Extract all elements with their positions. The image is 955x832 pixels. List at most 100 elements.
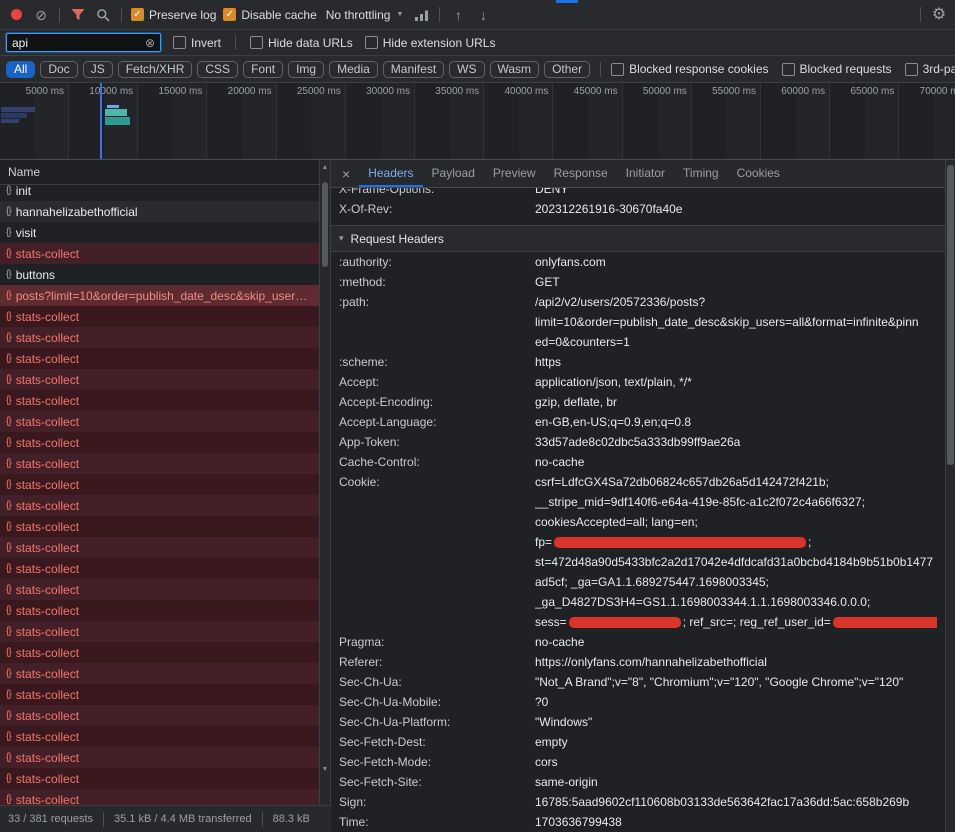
request-row[interactable]: {}stats-collect xyxy=(0,390,319,411)
header-value-line: same-origin xyxy=(535,772,937,792)
blocked-requests-label: Blocked requests xyxy=(800,62,892,76)
scroll-up-icon[interactable]: ▲ xyxy=(320,164,330,171)
request-row[interactable]: {}buttons xyxy=(0,264,319,285)
export-har-button[interactable]: ↑ xyxy=(449,5,467,25)
preserve-log-checkbox[interactable]: ✓ Preserve log xyxy=(131,8,216,22)
header-value-line: limit=10&order=publish_date_desc&skip_us… xyxy=(535,312,937,332)
request-row[interactable]: {}stats-collect xyxy=(0,621,319,642)
request-row[interactable]: {}visit xyxy=(0,222,319,243)
request-row[interactable]: {}stats-collect xyxy=(0,684,319,705)
redaction-scribble xyxy=(554,537,806,548)
type-filter-fetch-xhr[interactable]: Fetch/XHR xyxy=(118,61,193,78)
request-row[interactable]: {}stats-collect xyxy=(0,474,319,495)
network-overview[interactable]: 5000 ms10000 ms15000 ms20000 ms25000 ms3… xyxy=(0,83,955,160)
toolbar-divider xyxy=(59,7,60,22)
filter-input[interactable]: api ⊗ xyxy=(6,33,161,52)
request-row[interactable]: {}stats-collect xyxy=(0,369,319,390)
type-filter-manifest[interactable]: Manifest xyxy=(383,61,444,78)
header-name: Sec-Fetch-Dest: xyxy=(339,732,535,752)
tab-payload[interactable]: Payload xyxy=(423,160,484,187)
request-row[interactable]: {}stats-collect xyxy=(0,327,319,348)
request-row[interactable]: {}stats-collect xyxy=(0,726,319,747)
request-row[interactable]: {}stats-collect xyxy=(0,768,319,789)
type-filter-wasm[interactable]: Wasm xyxy=(490,61,540,78)
header-value-line: onlyfans.com xyxy=(535,252,937,272)
name-column-label: Name xyxy=(8,165,40,179)
network-conditions-icon xyxy=(414,9,429,21)
overview-tick-label: 45000 ms xyxy=(558,86,618,97)
request-row[interactable]: {}stats-collect xyxy=(0,453,319,474)
request-row[interactable]: {}stats-collect xyxy=(0,705,319,726)
clear-filter-icon[interactable]: ⊗ xyxy=(145,37,155,49)
disable-cache-checkbox[interactable]: ✓ Disable cache xyxy=(223,8,316,22)
invert-checkbox[interactable]: Invert xyxy=(173,36,221,50)
header-value: en-GB,en-US;q=0.9,en;q=0.8 xyxy=(535,412,937,432)
type-filter-js[interactable]: JS xyxy=(83,61,113,78)
header-name: :method: xyxy=(339,272,535,292)
throttling-select[interactable]: No throttling ▼ xyxy=(324,8,406,22)
record-button[interactable] xyxy=(7,5,25,25)
request-row[interactable]: {}init xyxy=(0,185,319,201)
header-value-line: cookiesAccepted=all; lang=en; xyxy=(535,512,937,532)
request-row[interactable]: {}stats-collect xyxy=(0,516,319,537)
clear-button[interactable]: ⊘ xyxy=(32,5,50,25)
tab-cookies[interactable]: Cookies xyxy=(728,160,789,187)
details-scrollbar-thumb[interactable] xyxy=(947,165,954,465)
import-har-button[interactable]: ↓ xyxy=(474,5,492,25)
request-list-scrollbar[interactable]: ▲ ▼ xyxy=(319,160,331,805)
tab-initiator[interactable]: Initiator xyxy=(617,160,674,187)
request-row[interactable]: {}stats-collect xyxy=(0,558,319,579)
request-row[interactable]: {}stats-collect xyxy=(0,348,319,369)
request-row-selected[interactable]: {}posts?limit=10&order=publish_date_desc… xyxy=(0,285,319,306)
tab-response[interactable]: Response xyxy=(545,160,617,187)
filter-checkbox-3rd-party-requests[interactable]: 3rd-party requests xyxy=(905,62,955,76)
network-conditions-button[interactable] xyxy=(412,5,430,25)
filter-button[interactable] xyxy=(69,5,87,25)
request-headers-section[interactable]: ▾ Request Headers xyxy=(331,225,945,252)
request-name: stats-collect xyxy=(16,310,79,324)
braces-icon: {} xyxy=(6,521,11,532)
name-column-header[interactable]: Name xyxy=(0,160,319,185)
request-row[interactable]: {}stats-collect xyxy=(0,411,319,432)
request-row[interactable]: {}stats-collect xyxy=(0,789,319,805)
type-filter-css[interactable]: CSS xyxy=(197,61,238,78)
type-filter-media[interactable]: Media xyxy=(329,61,378,78)
hide-data-urls-checkbox[interactable]: Hide data URLs xyxy=(250,36,353,50)
request-name: stats-collect xyxy=(16,688,79,702)
toolbar-divider xyxy=(121,7,122,22)
request-row[interactable]: {}stats-collect xyxy=(0,642,319,663)
tab-headers[interactable]: Headers xyxy=(359,160,422,187)
type-filter-all[interactable]: All xyxy=(6,61,35,78)
scroll-down-icon[interactable]: ▼ xyxy=(320,766,330,773)
tab-preview[interactable]: Preview xyxy=(484,160,545,187)
request-list-scrollbar-thumb[interactable] xyxy=(322,182,328,267)
details-scrollbar[interactable] xyxy=(945,160,955,832)
request-row[interactable]: {}stats-collect xyxy=(0,432,319,453)
type-filter-font[interactable]: Font xyxy=(243,61,283,78)
request-row[interactable]: {}stats-collect xyxy=(0,495,319,516)
settings-button[interactable]: ⚙ xyxy=(930,5,948,25)
3rd-party-requests-label: 3rd-party requests xyxy=(923,62,955,76)
type-filter-ws[interactable]: WS xyxy=(449,61,484,78)
request-row[interactable]: {}stats-collect xyxy=(0,306,319,327)
request-row[interactable]: {}stats-collect xyxy=(0,600,319,621)
close-details-button[interactable]: × xyxy=(333,160,359,187)
request-row[interactable]: {}stats-collect xyxy=(0,747,319,768)
braces-icon: {} xyxy=(6,479,11,490)
request-row[interactable]: {}stats-collect xyxy=(0,663,319,684)
filter-checkbox-blocked-requests[interactable]: Blocked requests xyxy=(782,62,892,76)
header-row: Sec-Fetch-Site:same-origin xyxy=(331,772,945,792)
type-filter-doc[interactable]: Doc xyxy=(40,61,77,78)
tab-timing[interactable]: Timing xyxy=(674,160,728,187)
type-filter-img[interactable]: Img xyxy=(288,61,324,78)
request-row[interactable]: {}stats-collect xyxy=(0,243,319,264)
search-button[interactable] xyxy=(94,5,112,25)
request-row[interactable]: {}hannahelizabethofficial xyxy=(0,201,319,222)
request-row[interactable]: {}stats-collect xyxy=(0,579,319,600)
type-filter-other[interactable]: Other xyxy=(544,61,590,78)
hide-extension-urls-checkbox[interactable]: Hide extension URLs xyxy=(365,36,496,50)
request-row[interactable]: {}stats-collect xyxy=(0,537,319,558)
header-value-line: https://onlyfans.com/hannahelizabethoffi… xyxy=(535,652,937,672)
top-accent-strip xyxy=(556,0,578,3)
filter-checkbox-blocked-response-cookies[interactable]: Blocked response cookies xyxy=(611,62,768,76)
